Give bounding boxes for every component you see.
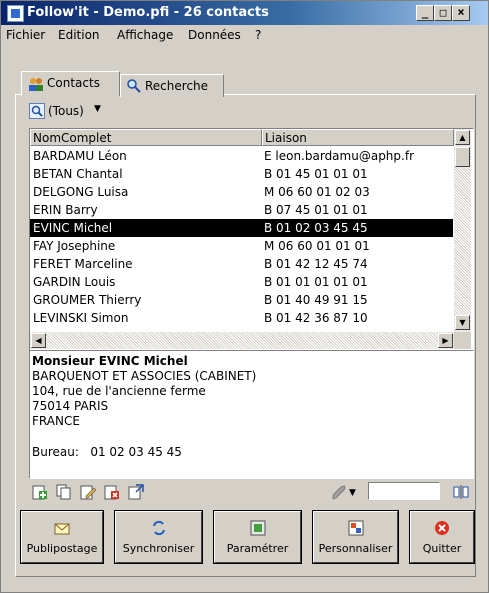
scroll-thumb[interactable] bbox=[455, 147, 470, 167]
personnaliser-label: Personnaliser bbox=[318, 542, 393, 555]
window-title: Follow'it - Demo.pfi - 26 contacts bbox=[27, 5, 269, 20]
title-bar[interactable]: Follow'it - Demo.pfi - 26 contacts _ □ × bbox=[1, 1, 488, 25]
column-header-nomcomplet[interactable]: NomComplet bbox=[30, 129, 262, 146]
add-contact-icon[interactable] bbox=[32, 484, 48, 500]
cell-nomcomplet: FERET Marceline bbox=[33, 257, 133, 271]
cell-nomcomplet: BETAN Chantal bbox=[33, 167, 123, 181]
close-button[interactable]: × bbox=[452, 5, 470, 21]
detail-name: Monsieur EVINC Michel bbox=[32, 354, 188, 368]
synchroniser-button[interactable]: Synchroniser bbox=[114, 510, 203, 564]
customize-icon bbox=[348, 520, 363, 536]
cell-liaison: B 01 42 12 45 74 bbox=[264, 257, 368, 271]
scroll-down-icon[interactable]: ▼ bbox=[455, 315, 470, 330]
delete-contact-icon[interactable] bbox=[104, 484, 120, 500]
cell-nomcomplet: FAY Josephine bbox=[33, 239, 116, 253]
mailing-icon bbox=[54, 523, 70, 535]
contacts-icon bbox=[29, 78, 43, 91]
cell-liaison: M 06 60 01 01 01 bbox=[264, 239, 370, 253]
split-view-icon[interactable] bbox=[453, 484, 469, 500]
personnaliser-button[interactable]: Personnaliser bbox=[312, 510, 399, 564]
edit-contact-icon[interactable] bbox=[80, 484, 96, 500]
cell-liaison: B 01 45 01 01 01 bbox=[264, 167, 368, 181]
cell-liaison: B 01 40 49 91 15 bbox=[264, 293, 368, 307]
cell-nomcomplet: GARDIN Louis bbox=[33, 275, 116, 289]
scroll-right-icon[interactable]: ▶ bbox=[438, 333, 453, 348]
quit-icon bbox=[435, 521, 449, 535]
table-row[interactable]: DELGONG Luisa M 06 60 01 02 03 bbox=[30, 183, 453, 201]
cell-nomcomplet: DELGONG Luisa bbox=[33, 185, 129, 199]
quitter-button[interactable]: Quitter bbox=[409, 510, 475, 564]
cell-nomcomplet: BARDAMU Léon bbox=[33, 149, 127, 163]
scroll-left-icon[interactable]: ◀ bbox=[31, 333, 46, 348]
table-row[interactable]: BETAN Chantal B 01 45 01 01 01 bbox=[30, 165, 453, 183]
tab-recherche-label: Recherche bbox=[145, 79, 209, 93]
table-row[interactable]: FAY Josephine M 06 60 01 01 01 bbox=[30, 237, 453, 255]
table-row[interactable]: GROUMER Thierry B 01 40 49 91 15 bbox=[30, 291, 453, 309]
scroll-up-icon[interactable]: ▲ bbox=[455, 130, 470, 145]
app-icon bbox=[7, 5, 24, 22]
filter-label: (Tous) bbox=[48, 104, 84, 118]
parametrer-label: Paramétrer bbox=[226, 542, 289, 555]
cell-nomcomplet: LEVINSKI Simon bbox=[33, 311, 129, 325]
cell-liaison: B 01 02 03 45 45 bbox=[264, 221, 368, 235]
quick-search-input[interactable] bbox=[368, 482, 440, 500]
menu-donnees[interactable]: Données bbox=[188, 28, 241, 42]
main-window: Follow'it - Demo.pfi - 26 contacts _ □ ×… bbox=[0, 0, 489, 593]
cell-liaison: M 06 60 01 02 03 bbox=[264, 185, 370, 199]
contact-detail: Monsieur EVINC Michel BARQUENOT ET ASSOC… bbox=[29, 350, 474, 479]
cell-liaison: E leon.bardamu@aphp.fr bbox=[264, 149, 414, 163]
publipostage-label: Publipostage bbox=[26, 542, 98, 555]
tab-contacts[interactable]: Contacts bbox=[21, 71, 120, 96]
table-row[interactable]: LEVINSKI Simon B 01 42 36 87 10 bbox=[30, 309, 453, 327]
table-row[interactable]: BARDAMU Léon E leon.bardamu@aphp.fr bbox=[30, 147, 453, 165]
settings-icon bbox=[250, 520, 265, 536]
detail-phone: Bureau: 01 02 03 45 45 bbox=[32, 445, 182, 459]
detail-company: BARQUENOT ET ASSOCIES (CABINET) bbox=[32, 369, 257, 383]
detail-country: FRANCE bbox=[32, 414, 80, 428]
cell-nomcomplet: ERIN Barry bbox=[33, 203, 98, 217]
chevron-down-icon: ▼ bbox=[94, 104, 101, 114]
menu-edition[interactable]: Edition bbox=[58, 28, 100, 42]
column-header-liaison[interactable]: Liaison bbox=[262, 129, 454, 146]
table-row[interactable]: EVINC Michel B 01 02 03 45 45 bbox=[30, 219, 453, 237]
menu-bar: Fichier Edition Affichage Données ? bbox=[1, 26, 488, 44]
rocket-menu-chevron-icon[interactable]: ▼ bbox=[349, 488, 356, 498]
cell-liaison: B 01 01 01 01 01 bbox=[264, 275, 368, 289]
cell-liaison: B 01 42 36 87 10 bbox=[264, 311, 368, 325]
menu-help[interactable]: ? bbox=[255, 28, 261, 42]
quitter-label: Quitter bbox=[422, 542, 462, 555]
minimize-button[interactable]: _ bbox=[416, 5, 434, 21]
horizontal-scrollbar[interactable]: ◀ ▶ bbox=[30, 332, 454, 349]
sync-icon bbox=[152, 520, 165, 536]
filter-search-icon bbox=[29, 103, 45, 119]
parametrer-button[interactable]: Paramétrer bbox=[213, 510, 302, 564]
vertical-scrollbar[interactable]: ▲ ▼ bbox=[454, 129, 471, 332]
table-row[interactable]: FERET Marceline B 01 42 12 45 74 bbox=[30, 255, 453, 273]
publipostage-button[interactable]: Publipostage bbox=[20, 510, 104, 564]
menu-fichier[interactable]: Fichier bbox=[6, 28, 45, 42]
detail-city: 75014 PARIS bbox=[32, 399, 109, 413]
table-row[interactable]: ERIN Barry B 07 45 01 01 01 bbox=[30, 201, 453, 219]
contact-list[interactable]: NomComplet Liaison BARDAMU Léon E leon.ba… bbox=[29, 128, 474, 352]
table-row[interactable]: GARDIN Louis B 01 01 01 01 01 bbox=[30, 273, 453, 291]
detail-street: 104, rue de l'ancienne ferme bbox=[32, 384, 206, 398]
synchroniser-label: Synchroniser bbox=[122, 542, 195, 555]
copy-contact-icon[interactable] bbox=[56, 484, 72, 500]
rocket-icon[interactable] bbox=[331, 485, 347, 501]
search-icon bbox=[127, 79, 141, 93]
tab-contacts-label: Contacts bbox=[47, 76, 100, 90]
menu-affichage[interactable]: Affichage bbox=[117, 28, 173, 42]
maximize-button[interactable]: □ bbox=[434, 5, 452, 21]
cell-liaison: B 07 45 01 01 01 bbox=[264, 203, 368, 217]
tab-recherche[interactable]: Recherche bbox=[120, 74, 224, 97]
cell-nomcomplet: EVINC Michel bbox=[33, 221, 113, 235]
export-icon[interactable] bbox=[128, 484, 144, 500]
cell-nomcomplet: GROUMER Thierry bbox=[33, 293, 142, 307]
scroll-corner bbox=[454, 332, 471, 349]
